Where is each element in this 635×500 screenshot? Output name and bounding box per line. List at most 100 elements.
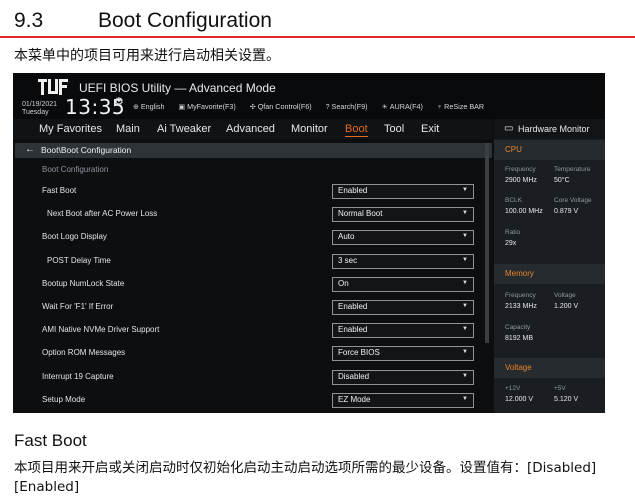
tab-tool[interactable]: Tool	[384, 123, 404, 135]
setting-label: Option ROM Messages	[42, 348, 126, 358]
bclk-value: 100.00 MHz	[505, 208, 543, 215]
setting-row[interactable]: Boot Logo Display Auto ▼	[13, 228, 492, 250]
tab-main[interactable]: Main	[116, 123, 140, 135]
setting-row[interactable]: AMI Native NVMe Driver Support Enabled ▼	[13, 321, 492, 343]
my-favorite-button[interactable]: ▣ MyFavorite(F3)	[178, 102, 241, 111]
cpu-category: CPU	[494, 140, 605, 160]
tab-my-favorites[interactable]: My Favorites	[39, 123, 102, 135]
hardware-monitor-header: ▭ Hardware Monitor	[494, 119, 605, 139]
setting-row[interactable]: Bootup NumLock State On ▼	[13, 275, 492, 297]
v5-label: +5V	[554, 385, 566, 392]
settings-panel: Boot Configuration Fast Boot Enabled ▼ Next…	[13, 158, 492, 413]
capacity-label: Capacity	[505, 324, 531, 331]
setting-value: 3 sec	[338, 255, 358, 265]
setting-dropdown[interactable]: Enabled ▼	[332, 300, 474, 315]
setting-row[interactable]: Interrupt 19 Capture Disabled ▼	[13, 368, 492, 390]
cpu-label: CPU	[505, 145, 522, 154]
setting-dropdown[interactable]: 3 sec ▼	[332, 253, 474, 269]
chevron-down-icon: ▼	[462, 349, 468, 356]
setting-label: Fast Boot	[42, 186, 77, 195]
monitor-icon: ▭	[504, 123, 514, 134]
memory-voltage-label: Voltage	[554, 292, 576, 299]
tab-advanced[interactable]: Advanced	[226, 123, 275, 135]
breadcrumb: ← Boot\Boot Configuration	[15, 143, 492, 158]
bios-screenshot: UEFI BIOS Utility — Advanced Mode 01/19/…	[13, 73, 605, 413]
setting-label: Wait For 'F1' If Error	[42, 302, 114, 311]
setting-label: POST Delay Time	[47, 255, 111, 265]
setting-value: EZ Mode	[338, 394, 371, 404]
core-voltage-value: 0.879 V	[554, 208, 579, 215]
setting-label: Interrupt 19 Capture	[42, 371, 114, 381]
cpu-frequency-label: Frequency	[505, 166, 536, 173]
search-icon: ?	[325, 104, 330, 111]
chevron-down-icon: ▼	[462, 233, 468, 240]
setting-row[interactable]: Setup Mode EZ Mode ▼	[13, 391, 492, 413]
memory-voltage-value: 1.200 V	[554, 303, 579, 310]
setting-row[interactable]: Next Boot after AC Power Loss Normal Boot…	[13, 205, 492, 227]
aura-icon: ☀	[381, 104, 388, 111]
setting-value: On	[338, 278, 349, 288]
setting-dropdown[interactable]: Normal Boot ▼	[332, 207, 474, 223]
chevron-down-icon: ▼	[462, 210, 468, 217]
qfan-control-button[interactable]: ✣ Qfan Control(F6)	[250, 102, 318, 111]
v12-value: 12.000 V	[505, 396, 534, 403]
memory-category: Memory	[494, 264, 605, 284]
bclk-label: BCLK	[505, 197, 522, 204]
setting-row[interactable]: Wait For 'F1' If Error Enabled ▼	[13, 298, 492, 320]
setting-value: Force BIOS	[338, 348, 380, 358]
setting-dropdown[interactable]: Disabled ▼	[332, 369, 474, 385]
search-button[interactable]: ? Search(F9)	[326, 102, 374, 111]
chevron-down-icon: ▼	[462, 395, 468, 402]
breadcrumb-text: Boot\Boot Configuration	[41, 145, 132, 155]
tab-ai-tweaker[interactable]: Ai Tweaker	[157, 123, 211, 135]
section-divider	[0, 36, 635, 38]
v12-label: +12V	[505, 385, 521, 392]
tab-exit[interactable]: Exit	[421, 123, 439, 135]
chevron-down-icon: ▼	[462, 256, 468, 263]
resize-bar-button[interactable]: ♆ ReSize BAR	[437, 102, 490, 111]
cpu-temperature-value: 50°C	[554, 177, 570, 184]
setting-label: Boot Logo Display	[42, 232, 107, 242]
bios-date: 01/19/2021 Tuesday	[22, 101, 57, 117]
ratio-value: 29x	[505, 240, 517, 247]
voltage-label: Voltage	[505, 363, 532, 372]
memory-label: Memory	[505, 269, 534, 278]
bios-menu-bar: My Favorites Main Ai Tweaker Advanced Mo…	[13, 119, 492, 139]
setting-row[interactable]: Fast Boot Enabled ▼	[13, 182, 492, 204]
section-intro: 本菜单中的项目可用来进行启动相关设置。	[14, 48, 280, 64]
favorite-icon: ▣	[178, 104, 186, 111]
setting-label: Bootup NumLock State	[42, 278, 125, 288]
tab-monitor[interactable]: Monitor	[291, 123, 328, 135]
setting-dropdown[interactable]: Auto ▼	[332, 230, 474, 246]
setting-value: Normal Boot	[338, 209, 383, 219]
setting-dropdown[interactable]: Force BIOS ▼	[332, 346, 474, 362]
fast-boot-heading: Fast Boot	[14, 431, 87, 450]
setting-dropdown[interactable]: Enabled ▼	[332, 184, 474, 199]
scrollbar[interactable]	[485, 143, 489, 343]
group-label: Boot Configuration	[42, 165, 109, 174]
setting-dropdown[interactable]: Enabled ▼	[332, 323, 474, 339]
chevron-down-icon: ▼	[462, 372, 468, 379]
memory-frequency-label: Frequency	[505, 292, 536, 299]
setting-label: Next Boot after AC Power Loss	[47, 209, 158, 219]
gear-icon[interactable]: ⚙	[114, 95, 124, 108]
aura-button[interactable]: ☀ AURA(F4)	[381, 102, 428, 111]
resize-bar-icon: ♆	[436, 104, 443, 111]
setting-row[interactable]: POST Delay Time 3 sec ▼	[13, 252, 492, 274]
tab-boot[interactable]: Boot	[345, 123, 368, 137]
capacity-value: 8192 MB	[505, 335, 534, 342]
setting-label: Setup Mode	[42, 394, 86, 404]
back-arrow-icon[interactable]: ←	[25, 144, 35, 155]
language-button[interactable]: ⊕ English	[133, 102, 170, 111]
cpu-temperature-label: Temperature	[554, 166, 591, 173]
setting-row[interactable]: Option ROM Messages Force BIOS ▼	[13, 344, 492, 366]
setting-value: Disabled	[338, 371, 370, 381]
voltage-category: Voltage	[494, 358, 605, 378]
hardware-monitor-title: Hardware Monitor	[518, 124, 590, 134]
core-voltage-label: Core Voltage	[554, 197, 592, 204]
setting-dropdown[interactable]: EZ Mode ▼	[332, 392, 474, 408]
tuf-logo-icon	[38, 79, 68, 95]
fan-icon: ✣	[249, 104, 256, 111]
setting-dropdown[interactable]: On ▼	[332, 276, 474, 292]
bios-top-bar: UEFI BIOS Utility — Advanced Mode 01/19/…	[13, 73, 605, 119]
